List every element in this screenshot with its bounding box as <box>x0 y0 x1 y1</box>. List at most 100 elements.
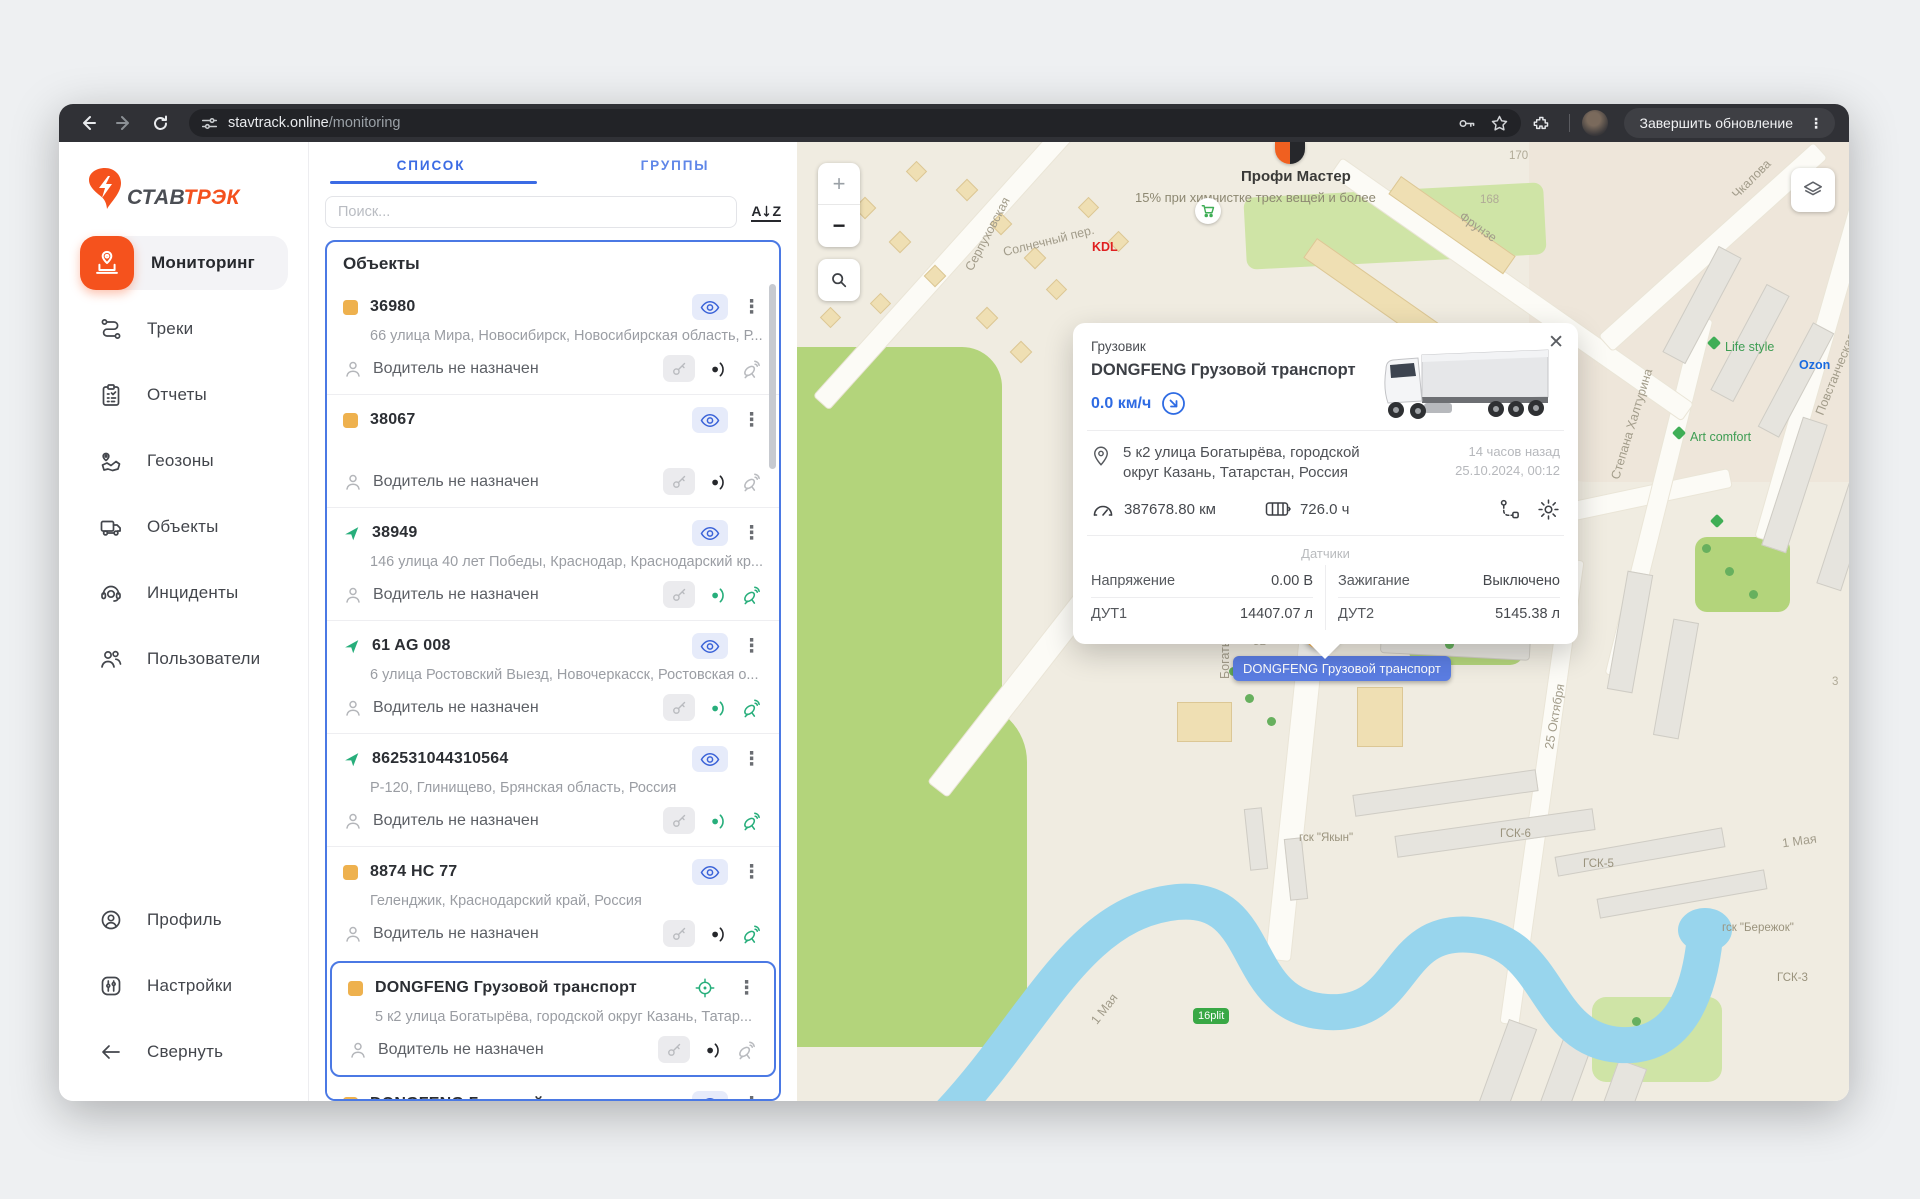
map-ad-title[interactable]: Профи Мастер <box>1241 168 1351 185</box>
poi-label: гск "Бережок" <box>1722 922 1794 934</box>
visibility-eye-button[interactable] <box>692 633 728 659</box>
kebab-menu-button[interactable]: ⋮ <box>735 979 758 998</box>
kebab-menu-button[interactable]: ⋮ <box>740 298 763 317</box>
eye-icon <box>700 639 720 654</box>
kebab-menu-button[interactable]: ⋮ <box>740 863 763 882</box>
kebab-menu-button[interactable]: ⋮ <box>740 524 763 543</box>
kebab-menu-button[interactable]: ⋮ <box>740 750 763 769</box>
driver-icon <box>343 924 363 944</box>
finish-update-button[interactable]: Завершить обновление ⋮ <box>1624 108 1835 138</box>
ad-cart-icon <box>1195 198 1221 224</box>
vehicle-name: 61 AG 008 <box>372 637 451 655</box>
driver-icon <box>343 472 363 492</box>
sort-az-button[interactable]: A Z <box>751 203 781 222</box>
vehicle-address: 66 улица Мира, Новосибирск, Новосибирска… <box>370 328 763 346</box>
extensions-puzzle-icon <box>1532 114 1551 133</box>
vehicle-card[interactable]: 61 AG 008 ⋮ 6 улица Ростовский Выезд, Но… <box>327 620 779 733</box>
map[interactable]: Серпуховская Солнечный пер. Чкалова Фрун… <box>797 142 1849 1101</box>
back-button[interactable] <box>73 108 103 138</box>
vehicle-card[interactable]: DONGFENG Грузовой траснспорт ⋮ 71 улица … <box>327 1079 779 1101</box>
visibility-eye-button[interactable] <box>692 520 728 546</box>
ignition-icon <box>707 697 728 718</box>
visibility-eye-button[interactable] <box>692 859 728 885</box>
kebab-menu-button[interactable]: ⋮ <box>740 1095 763 1102</box>
sidebar-item-settings[interactable]: Настройки <box>59 953 308 1019</box>
locate-on-map-button[interactable] <box>687 975 723 1001</box>
eye-icon <box>700 413 720 428</box>
profile-avatar[interactable] <box>1582 110 1608 136</box>
map-layers-button[interactable] <box>1791 168 1835 212</box>
sidebar-item-tracks[interactable]: Треки <box>59 296 308 362</box>
zoom-in-button[interactable]: + <box>818 163 860 205</box>
profile-icon <box>99 908 123 932</box>
tab-groups[interactable]: ГРУППЫ <box>553 150 797 184</box>
users-icon <box>99 647 123 671</box>
objects-container: Объекты 36980 ⋮ 66 улица Мира, Новосибир… <box>325 240 781 1101</box>
gps-antenna-icon <box>740 470 763 493</box>
poi-label[interactable]: Art comfort <box>1690 430 1751 444</box>
status-moving-icon <box>343 751 360 768</box>
gps-antenna-icon <box>735 1038 758 1061</box>
sidebar-item-objects[interactable]: Объекты <box>59 494 308 560</box>
vehicle-name: DONGFENG Грузовой транспорт <box>375 979 637 997</box>
poi-label[interactable]: KDL <box>1092 240 1118 254</box>
collapse-arrow-icon <box>99 1040 123 1064</box>
poi-label[interactable]: Life style <box>1725 340 1774 354</box>
kebab-menu-button[interactable]: ⋮ <box>740 637 763 656</box>
key-status-icon <box>663 355 695 382</box>
list-scrollbar[interactable] <box>769 284 776 469</box>
sidebar-item-incidents[interactable]: Инциденты <box>59 560 308 626</box>
chrome-menu-icon[interactable]: ⋮ <box>1803 116 1829 130</box>
eye-icon <box>700 1097 720 1102</box>
search-input[interactable] <box>325 196 737 228</box>
visibility-eye-button[interactable] <box>692 294 728 320</box>
popup-engine-hours: 726.0 ч <box>1300 501 1350 518</box>
vehicle-marker-label[interactable]: DONGFENG Грузовой транспорт <box>1233 656 1451 681</box>
object-settings-button[interactable] <box>1537 498 1560 521</box>
reload-button[interactable] <box>145 108 175 138</box>
vehicle-card[interactable]: 38949 ⋮ 146 улица 40 лет Победы, Краснод… <box>327 507 779 620</box>
sidebar-item-reports[interactable]: Отчеты <box>59 362 308 428</box>
visibility-eye-button[interactable] <box>692 407 728 433</box>
ignition-icon <box>702 1039 723 1060</box>
url-bar[interactable]: stavtrack.online/monitoring <box>189 109 1521 137</box>
sidebar-collapse-button[interactable]: Свернуть <box>59 1019 308 1085</box>
gps-antenna-icon <box>740 583 763 606</box>
vehicle-card[interactable]: 8874 НС 77 ⋮ Геленджик, Краснодарский кр… <box>327 846 779 959</box>
kebab-menu-button[interactable]: ⋮ <box>740 411 763 430</box>
sidebar-item-profile[interactable]: Профиль <box>59 887 308 953</box>
monitoring-icon <box>93 249 121 277</box>
forward-button[interactable] <box>109 108 139 138</box>
show-track-button[interactable] <box>1498 498 1521 521</box>
vehicle-card-selected[interactable]: DONGFENG Грузовой транспорт ⋮ 5 к2 улица… <box>330 961 776 1077</box>
tab-list[interactable]: СПИСОК <box>309 150 553 184</box>
poi-label[interactable]: 16plit <box>1193 1008 1229 1024</box>
bookmark-star-icon[interactable] <box>1490 114 1509 133</box>
vehicle-popup: ✕ Грузовик DONGFENG Грузовой транспорт 0… <box>1073 323 1578 644</box>
sensor-row: Напряжение 0.00 В <box>1091 565 1313 598</box>
poi-label[interactable]: Ozon <box>1799 358 1830 372</box>
sidebar-item-users[interactable]: Пользователи <box>59 626 308 692</box>
objects-list-panel: СПИСОК ГРУППЫ A Z Объекты 36980 <box>309 142 797 1101</box>
list-tabs: СПИСОК ГРУППЫ <box>309 150 797 184</box>
sidebar-item-geozones[interactable]: Геозоны <box>59 428 308 494</box>
ignition-icon <box>707 810 728 831</box>
extensions-button[interactable] <box>1527 108 1557 138</box>
sidebar-item-monitoring[interactable]: Мониторинг <box>59 230 308 296</box>
browser-window: stavtrack.online/monitoring Завершить об… <box>59 104 1849 1101</box>
key-status-icon <box>663 807 695 834</box>
map-ad-subtitle: 15% при химчистке трех вещей и более <box>1135 190 1376 205</box>
password-key-icon[interactable] <box>1457 114 1476 133</box>
map-search-button[interactable] <box>818 259 860 301</box>
visibility-eye-button[interactable] <box>692 1091 728 1101</box>
engine-hours-icon <box>1265 500 1291 518</box>
popup-odometer: 387678.80 км <box>1124 501 1216 518</box>
objects-header: Объекты <box>327 250 779 282</box>
visibility-eye-button[interactable] <box>692 746 728 772</box>
vehicle-card[interactable]: 38067 ⋮ Водитель не назначен <box>327 394 779 507</box>
vehicle-card[interactable]: 36980 ⋮ 66 улица Мира, Новосибирск, Ново… <box>327 282 779 394</box>
vehicle-card[interactable]: 862531044310564 ⋮ Р-120, Глинищево, Брян… <box>327 733 779 846</box>
direction-icon <box>1161 391 1186 416</box>
truck-photo <box>1376 345 1554 428</box>
zoom-out-button[interactable]: − <box>818 205 860 247</box>
